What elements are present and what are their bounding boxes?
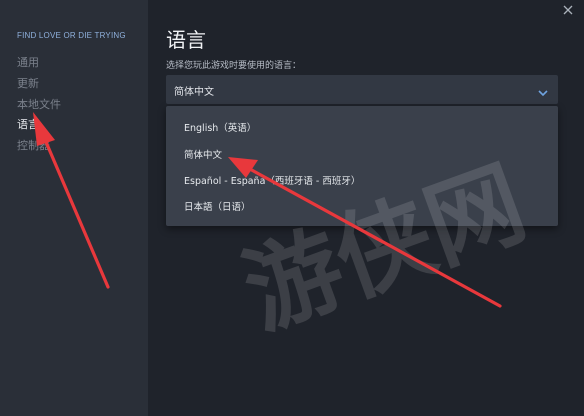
settings-window: FIND LOVE OR DIE TRYING 通用 更新 本地文件 语言 控制…: [0, 0, 584, 416]
chevron-down-icon[interactable]: [537, 84, 549, 97]
sidebar-item-controller[interactable]: 控制器: [17, 137, 50, 153]
sidebar: FIND LOVE OR DIE TRYING 通用 更新 本地文件 语言 控制…: [0, 0, 148, 416]
game-title: FIND LOVE OR DIE TRYING: [17, 31, 126, 40]
option-simplified-chinese[interactable]: 简体中文: [184, 147, 222, 161]
language-select-value: 简体中文: [174, 87, 214, 98]
page-title: 语言: [166, 28, 206, 52]
option-spanish[interactable]: Español - España（西班牙语 - 西班牙）: [184, 173, 360, 187]
option-japanese[interactable]: 日本語（日语）: [184, 199, 251, 213]
language-select[interactable]: 简体中文: [166, 75, 558, 104]
sidebar-item-updates[interactable]: 更新: [17, 75, 39, 91]
option-english[interactable]: English（英语）: [184, 120, 256, 134]
language-dropdown-list: English（英语） 简体中文 Español - España（西班牙语 -…: [166, 106, 558, 226]
sidebar-item-general[interactable]: 通用: [17, 54, 39, 70]
close-icon[interactable]: [562, 4, 574, 16]
sidebar-item-local-files[interactable]: 本地文件: [17, 96, 61, 112]
sidebar-item-language[interactable]: 语言: [17, 116, 39, 132]
language-field-label: 选择您玩此游戏时要使用的语言：: [166, 61, 302, 71]
